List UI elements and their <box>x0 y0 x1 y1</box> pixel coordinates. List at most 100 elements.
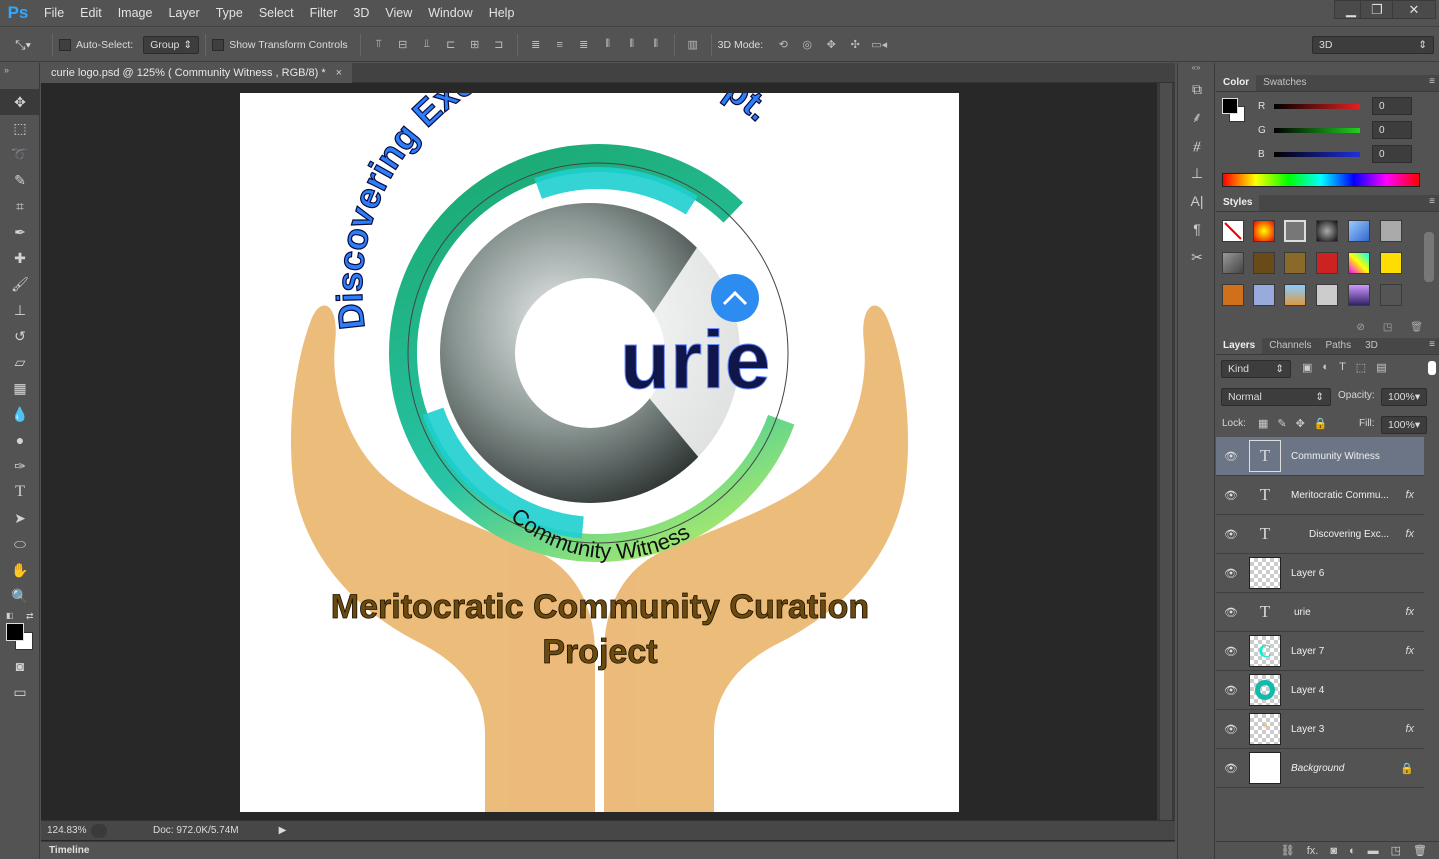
tool-presets-icon[interactable]: ✂ <box>1178 243 1216 271</box>
move-tool-icon[interactable]: ✥ <box>0 89 40 115</box>
clear-style-icon[interactable]: ⊘ <box>1356 322 1364 338</box>
distribute-right-icon[interactable]: ⦀ <box>647 37 665 53</box>
distribute-hcenter-icon[interactable]: ⦀ <box>623 37 641 53</box>
panel-menu-icon[interactable]: ≡ <box>1429 76 1435 87</box>
character-panel-icon[interactable]: A| <box>1178 187 1216 215</box>
filter-smart-icon[interactable]: ▤ <box>1376 361 1386 374</box>
layer-fx-icon[interactable]: fx <box>1405 645 1414 657</box>
auto-align-icon[interactable]: ▥ <box>684 37 702 53</box>
lasso-tool-icon[interactable]: ➰ <box>0 141 40 167</box>
hand-tool-icon[interactable]: ✋ <box>0 557 40 583</box>
layer-row-discovering[interactable]: 👁 T Discovering Exc... fx <box>1216 515 1424 554</box>
crop-tool-icon[interactable]: ⌗ <box>0 193 40 219</box>
filter-shape-icon[interactable]: ⬚ <box>1356 361 1366 374</box>
style-swatch[interactable] <box>1380 252 1402 274</box>
style-swatch[interactable] <box>1284 284 1306 306</box>
menu-window[interactable]: Window <box>420 0 480 27</box>
layer-row-layer-4[interactable]: 👁 Layer 4 <box>1216 671 1424 710</box>
brushes-panel-icon[interactable]: ⸙ <box>1178 103 1216 131</box>
link-layers-icon[interactable]: ⛓ <box>1281 844 1295 857</box>
style-swatch[interactable] <box>1348 252 1370 274</box>
align-top-icon[interactable]: ⫪ <box>370 37 388 53</box>
align-hcenter-icon[interactable]: ⊞ <box>466 37 484 53</box>
eraser-tool-icon[interactable]: ▱ <box>0 349 40 375</box>
panel-menu-icon[interactable]: ≡ <box>1429 196 1435 207</box>
blend-mode-dropdown[interactable]: Normal ⇕ <box>1221 388 1331 406</box>
roll-3d-icon[interactable]: ◎ <box>798 37 816 53</box>
green-value[interactable]: 0 <box>1372 121 1412 139</box>
lock-all-icon[interactable]: 🔒 <box>1314 417 1328 430</box>
path-select-icon[interactable]: ➤ <box>0 505 40 531</box>
filter-toggle[interactable] <box>1428 361 1436 375</box>
shape-tool-icon[interactable]: ⬭ <box>0 531 40 557</box>
visibility-eye-icon[interactable]: 👁 <box>1216 606 1246 619</box>
blue-slider[interactable]: B 0 <box>1258 144 1438 164</box>
scale-3d-icon[interactable]: ▭◂ <box>870 37 888 53</box>
clone-stamp-icon[interactable]: ⊥ <box>0 297 40 323</box>
rotate-3d-icon[interactable]: ⟲ <box>774 37 792 53</box>
auto-select-checkbox[interactable]: Auto-Select: <box>59 38 133 51</box>
style-swatch[interactable] <box>1222 284 1244 306</box>
layer-row-community-witness[interactable]: 👁 T Community Witness <box>1216 437 1424 476</box>
tab-styles[interactable]: Styles <box>1216 194 1260 211</box>
add-mask-icon[interactable]: ◙ <box>1330 845 1337 857</box>
blue-value[interactable]: 0 <box>1372 145 1412 163</box>
filter-pixel-icon[interactable]: ▣ <box>1302 361 1312 374</box>
lock-pixels-icon[interactable]: ✎ <box>1277 417 1286 430</box>
visibility-eye-icon[interactable]: 👁 <box>1216 489 1246 502</box>
collapse-icon[interactable]: » <box>0 63 39 89</box>
menu-select[interactable]: Select <box>251 0 302 27</box>
distribute-left-icon[interactable]: ⦀ <box>599 37 617 53</box>
close-window-button[interactable]: ✕ <box>1392 0 1436 19</box>
menu-3d[interactable]: 3D <box>345 0 377 27</box>
distribute-top-icon[interactable]: ≣ <box>527 37 545 53</box>
visibility-eye-icon[interactable]: 👁 <box>1216 762 1246 775</box>
tab-layers[interactable]: Layers <box>1216 337 1263 354</box>
share-icon[interactable] <box>91 823 107 838</box>
lock-transparent-icon[interactable]: ▦ <box>1258 417 1268 430</box>
style-swatch[interactable] <box>1348 220 1370 242</box>
fg-color-chip[interactable] <box>1222 98 1238 114</box>
tab-3d[interactable]: 3D <box>1358 337 1385 354</box>
adjustment-layer-icon[interactable]: ◐ <box>1349 845 1356 857</box>
style-swatch[interactable] <box>1380 284 1402 306</box>
quick-mask-icon[interactable]: ◙ <box>0 653 40 679</box>
style-swatch[interactable] <box>1348 284 1370 306</box>
slide-3d-icon[interactable]: ✣ <box>846 37 864 53</box>
visibility-eye-icon[interactable]: 👁 <box>1216 528 1246 541</box>
quick-select-tool-icon[interactable]: ✎ <box>0 167 40 193</box>
layer-row-layer-6[interactable]: 👁 Layer 6 <box>1216 554 1424 593</box>
style-swatch[interactable] <box>1222 252 1244 274</box>
marquee-tool-icon[interactable]: ⬚ <box>0 115 40 141</box>
style-swatch[interactable] <box>1253 284 1275 306</box>
show-transform-checkbox[interactable]: Show Transform Controls <box>212 38 348 51</box>
layer-row-meritocratic[interactable]: 👁 T Meritocratic Commu... fx <box>1216 476 1424 515</box>
eyedropper-tool-icon[interactable]: ✒ <box>0 219 40 245</box>
paragraph-panel-icon[interactable]: ¶ <box>1178 215 1216 243</box>
layer-row-layer-7[interactable]: 👁 C Layer 7 fx <box>1216 632 1424 671</box>
workspace-dropdown[interactable]: 3D ⇕ <box>1312 35 1434 54</box>
add-fx-icon[interactable]: fx. <box>1307 845 1319 857</box>
blur-tool-icon[interactable]: 💧 <box>0 401 40 427</box>
screen-mode-icon[interactable]: ▭ <box>0 679 40 705</box>
move-tool-preset-icon[interactable]: ⤡▾ <box>0 37 46 53</box>
menu-filter[interactable]: Filter <box>302 0 346 27</box>
visibility-eye-icon[interactable]: 👁 <box>1216 684 1246 697</box>
red-value[interactable]: 0 <box>1372 97 1412 115</box>
styles-scrollbar[interactable] <box>1424 232 1434 282</box>
new-layer-icon[interactable]: ◳ <box>1391 844 1401 857</box>
lock-position-icon[interactable]: ✥ <box>1296 417 1305 430</box>
adjustments-panel-icon[interactable]: ⧣ <box>1178 131 1216 159</box>
menu-type[interactable]: Type <box>208 0 251 27</box>
align-left-icon[interactable]: ⊏ <box>442 37 460 53</box>
style-swatch[interactable] <box>1316 284 1338 306</box>
style-swatch[interactable] <box>1253 252 1275 274</box>
distribute-bottom-icon[interactable]: ≣ <box>575 37 593 53</box>
style-swatch[interactable] <box>1316 252 1338 274</box>
canvas[interactable]: Discovering Exceptional Concept. urie Co… <box>240 93 959 812</box>
history-brush-icon[interactable]: ↺ <box>0 323 40 349</box>
menu-file[interactable]: File <box>36 0 72 27</box>
delete-style-icon[interactable]: 🗑 <box>1410 322 1423 338</box>
dodge-tool-icon[interactable]: ● <box>0 427 40 453</box>
style-none[interactable] <box>1222 220 1244 242</box>
